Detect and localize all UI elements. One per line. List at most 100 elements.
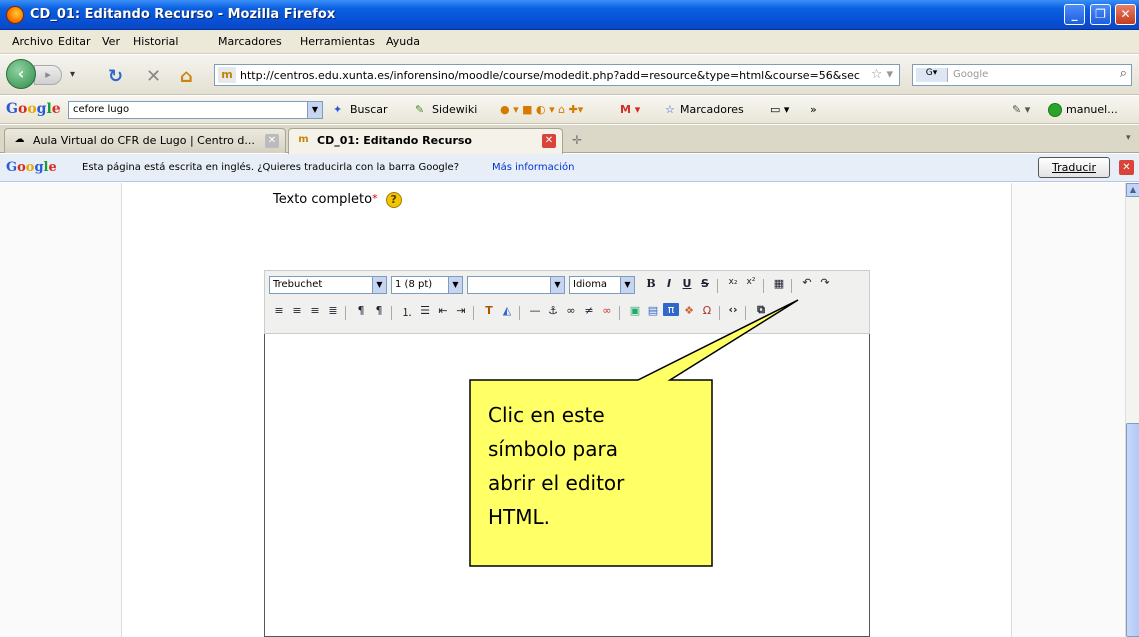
scrollbar-thumb[interactable] — [1126, 423, 1139, 637]
close-icon[interactable]: ✕ — [1119, 160, 1134, 175]
toolbar-separator — [473, 306, 474, 320]
search-icon[interactable]: ⌕ — [1120, 66, 1127, 81]
more-tools-icon[interactable]: ▭ ▾ — [770, 103, 789, 116]
insert-formula-icon[interactable]: π — [663, 303, 679, 316]
minimize-button[interactable]: _ — [1064, 4, 1085, 25]
menu-ayuda[interactable]: Ayuda — [386, 35, 420, 48]
insert-char-icon[interactable]: Ω — [699, 304, 715, 317]
tab-label: Aula Virtual do CFR de Lugo | Centro d..… — [33, 134, 255, 147]
background-color-icon[interactable]: ◭ — [499, 304, 515, 317]
toolbar-separator — [763, 279, 764, 293]
search-box[interactable]: G▾ Google ⌕ — [912, 64, 1132, 86]
tab-loading-icon: ☁ — [14, 134, 25, 145]
sidewiki-button[interactable]: Sidewiki — [432, 103, 477, 116]
menu-historial[interactable]: Historial — [133, 35, 178, 48]
buscar-button[interactable]: Buscar — [350, 103, 388, 116]
chevron-down-icon[interactable]: ▼ — [307, 102, 322, 118]
marcadores-button[interactable]: Marcadores — [680, 103, 744, 116]
menu-marcadores[interactable]: Marcadores — [218, 35, 282, 48]
back-button[interactable]: ‹ — [6, 59, 36, 89]
new-tab-icon[interactable]: ✛ — [572, 133, 582, 147]
gmail-icon[interactable]: M ▾ — [620, 103, 640, 116]
search-engine-icon[interactable]: G▾ — [916, 68, 948, 82]
menu-archivo[interactable]: Archivo — [12, 35, 53, 48]
unordered-list-icon[interactable]: ☰ — [417, 304, 433, 317]
clean-word-icon[interactable]: ▦ — [771, 277, 787, 290]
sidewiki-icon: ✎ — [415, 103, 425, 116]
align-left-icon[interactable]: ≡ — [271, 304, 287, 317]
bold-icon[interactable]: B — [643, 277, 659, 290]
close-tab-icon[interactable]: ✕ — [265, 134, 279, 148]
menu-ver[interactable]: Ver — [102, 35, 120, 48]
justify-icon[interactable]: ≣ — [325, 304, 341, 317]
align-right-icon[interactable]: ≡ — [307, 304, 323, 317]
fullscreen-icon[interactable]: ⧉ — [753, 303, 769, 317]
forward-button[interactable]: ▸ — [34, 65, 62, 85]
ordered-list-icon[interactable]: ⒈ — [399, 304, 415, 320]
insert-smiley-icon[interactable]: ❖ — [681, 304, 697, 317]
strikethrough-icon[interactable]: S — [697, 277, 713, 290]
tab-aula-virtual[interactable]: ☁ Aula Virtual do CFR de Lugo | Centro d… — [4, 128, 286, 153]
toolbar-separator — [791, 279, 792, 293]
html-source-icon[interactable]: ‹› — [725, 303, 741, 316]
user-name[interactable]: manuel... — [1066, 103, 1118, 116]
nolink-icon[interactable]: ∞ — [599, 304, 615, 317]
callout-text: Clic en este símbolo para abrir el edito… — [488, 398, 708, 534]
translate-button[interactable]: Traducir — [1038, 157, 1110, 178]
google-toolbar: Google cefore lugo ▼ ✦ Buscar ✎ Sidewiki… — [0, 96, 1139, 124]
pagerank-icon[interactable]: ● ▾ ■ ◐ ▾ ⌂ ✚▾ — [500, 103, 583, 116]
address-bar[interactable]: m http://centros.edu.xunta.es/inforensin… — [214, 64, 900, 86]
home-icon[interactable]: ⌂ — [180, 66, 193, 87]
menu-herramientas[interactable]: Herramientas — [300, 35, 375, 48]
insert-table-icon[interactable]: ▤ — [645, 304, 661, 317]
menu-editar[interactable]: Editar — [58, 35, 91, 48]
history-dropdown-icon[interactable]: ▾ — [70, 69, 75, 80]
tab-list-icon[interactable]: ▾ — [1126, 133, 1139, 149]
google-search-value: cefore lugo — [73, 104, 130, 115]
stop-icon[interactable]: ✕ — [146, 66, 161, 87]
maximize-button[interactable]: ❐ — [1090, 4, 1111, 25]
italic-icon[interactable]: I — [661, 277, 677, 290]
google-logo: Google — [6, 101, 61, 117]
superscript-icon[interactable]: x² — [743, 277, 759, 287]
bookmarks-star-icon: ☆ — [665, 103, 675, 116]
help-icon[interactable]: ? — [385, 192, 402, 208]
size-select[interactable]: 1 (8 pt) ▼ — [391, 276, 463, 294]
tab-editando-recurso[interactable]: m CD_01: Editando Recurso ✕ — [288, 128, 563, 154]
chevron-down-icon: ▼ — [550, 277, 564, 293]
toolbar-separator — [391, 306, 392, 320]
anchor-icon[interactable]: ⚓ — [545, 304, 561, 317]
close-tab-icon[interactable]: ✕ — [542, 134, 556, 148]
moodle-favicon-icon: m — [298, 134, 309, 145]
horizontal-rule-icon[interactable]: — — [527, 304, 543, 317]
unlink-icon[interactable]: ≠ — [581, 304, 597, 317]
font-select[interactable]: Trebuchet ▼ — [269, 276, 387, 294]
redo-icon[interactable]: ↷ — [817, 276, 833, 289]
close-window-button[interactable]: ✕ — [1115, 4, 1136, 25]
insert-image-icon[interactable]: ▣ — [627, 304, 643, 317]
undo-icon[interactable]: ↶ — [799, 276, 815, 289]
wrench-icon[interactable]: ✎ ▾ — [1012, 103, 1030, 116]
right-column — [1011, 183, 1125, 637]
link-icon[interactable]: ∞ — [563, 304, 579, 317]
subscript-icon[interactable]: x₂ — [725, 277, 741, 287]
vertical-scrollbar[interactable]: ▲ — [1125, 183, 1139, 637]
align-center-icon[interactable]: ≡ — [289, 304, 305, 317]
ltr-icon[interactable]: ¶ — [353, 304, 369, 317]
text-color-icon[interactable]: T — [481, 304, 497, 317]
more-chevron[interactable]: » — [810, 103, 817, 116]
bookmark-star-icon[interactable]: ☆ ▾ — [871, 67, 893, 82]
language-select[interactable]: Idioma ▼ — [569, 276, 635, 294]
underline-icon[interactable]: U — [679, 277, 695, 290]
scroll-up-icon[interactable]: ▲ — [1126, 183, 1139, 197]
rtl-icon[interactable]: ¶ — [371, 304, 387, 317]
reload-icon[interactable]: ↻ — [108, 66, 123, 87]
more-info-link[interactable]: Más información — [492, 162, 574, 173]
chevron-down-icon: ▼ — [620, 277, 634, 293]
indent-icon[interactable]: ⇥ — [453, 304, 469, 317]
google-search-input[interactable]: cefore lugo ▼ — [68, 101, 323, 119]
callout-line: Clic en este — [488, 403, 605, 427]
format-select[interactable]: ▼ — [467, 276, 565, 294]
outdent-icon[interactable]: ⇤ — [435, 304, 451, 317]
field-label: Texto completo* ? — [273, 192, 402, 208]
